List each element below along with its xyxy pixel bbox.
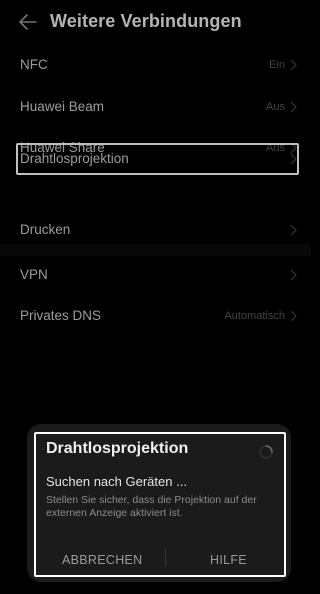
help-button[interactable]: HILFE: [210, 553, 247, 567]
dialog-message: Stellen Sie sicher, dass die Projektion …: [46, 494, 257, 519]
cancel-button[interactable]: ABBRECHEN: [62, 553, 143, 567]
dialog-status: Suchen nach Geräten ...: [46, 474, 187, 489]
loading-spinner-icon: [259, 445, 273, 459]
button-divider: [165, 549, 166, 567]
dialog-title: Drahtlosprojektion: [46, 440, 189, 457]
